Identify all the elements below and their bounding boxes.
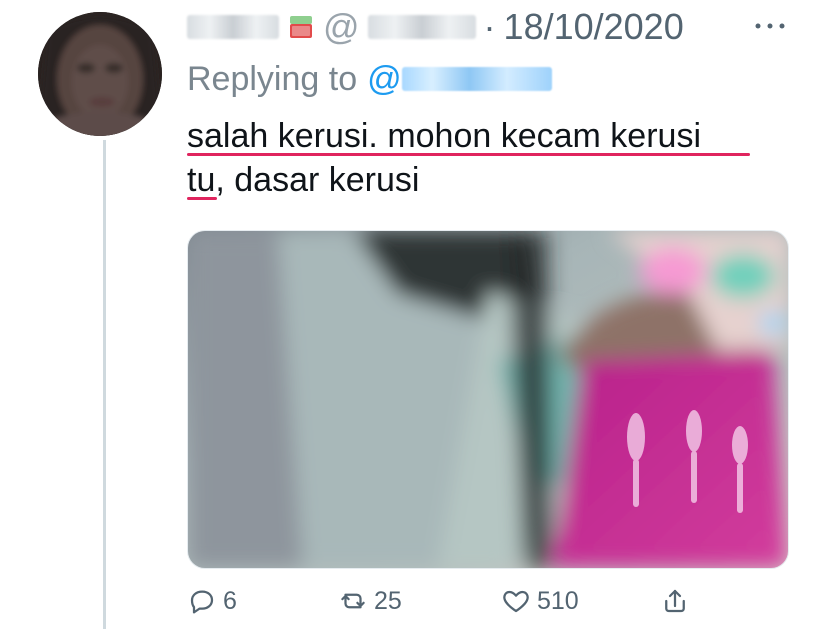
blurred-media-icon bbox=[188, 231, 788, 568]
share-button[interactable] bbox=[660, 586, 690, 616]
tweet-text: salah kerusi. mohon kecam kerusi tu, das… bbox=[187, 114, 777, 202]
tweet-media[interactable] bbox=[187, 230, 789, 569]
author-handle-prefix[interactable]: @ bbox=[323, 6, 360, 48]
like-button[interactable]: 510 bbox=[501, 586, 579, 616]
avatar[interactable] bbox=[38, 12, 162, 136]
replying-to-line: Replying to @ bbox=[187, 56, 552, 102]
spellcheck-underline bbox=[187, 197, 217, 200]
tweet-actions: 6 25 510 bbox=[187, 586, 707, 626]
reply-target-at: @ bbox=[367, 59, 402, 98]
retweet-count: 25 bbox=[374, 586, 402, 615]
heart-icon bbox=[503, 590, 529, 613]
author-handle[interactable] bbox=[367, 15, 476, 39]
reply-count: 6 bbox=[223, 586, 237, 615]
replying-to-label: Replying to bbox=[187, 59, 358, 98]
author-name[interactable] bbox=[187, 15, 279, 39]
reply-button[interactable]: 6 bbox=[187, 586, 237, 616]
retweet-button[interactable]: 25 bbox=[338, 586, 402, 616]
tweet-text-line-2: tu, dasar kerusi bbox=[187, 161, 420, 199]
comment-icon bbox=[190, 590, 214, 614]
blurred-avatar-icon bbox=[38, 12, 162, 136]
tweet-text-line-1: salah kerusi. mohon kecam kerusi bbox=[187, 117, 702, 155]
flag-emoji-icon bbox=[290, 16, 312, 38]
share-icon bbox=[665, 589, 685, 613]
spellcheck-underline bbox=[187, 153, 750, 156]
reply-target-handle[interactable]: @ bbox=[367, 60, 552, 99]
reply-target-blurred-handle bbox=[401, 67, 552, 91]
tweet-date[interactable]: 18/10/2020 bbox=[504, 6, 684, 48]
tweet-line-1: salah kerusi. mohon kecam kerusi bbox=[187, 114, 777, 158]
tweet-header: @ · 18/10/2020 bbox=[187, 4, 684, 50]
thread-line bbox=[103, 140, 106, 629]
separator-dot: · bbox=[483, 6, 496, 47]
more-horizontal-icon[interactable] bbox=[750, 14, 790, 38]
tweet-line-2: tu, dasar kerusi bbox=[187, 158, 777, 202]
retweet-icon bbox=[341, 593, 365, 609]
like-count: 510 bbox=[537, 586, 579, 615]
